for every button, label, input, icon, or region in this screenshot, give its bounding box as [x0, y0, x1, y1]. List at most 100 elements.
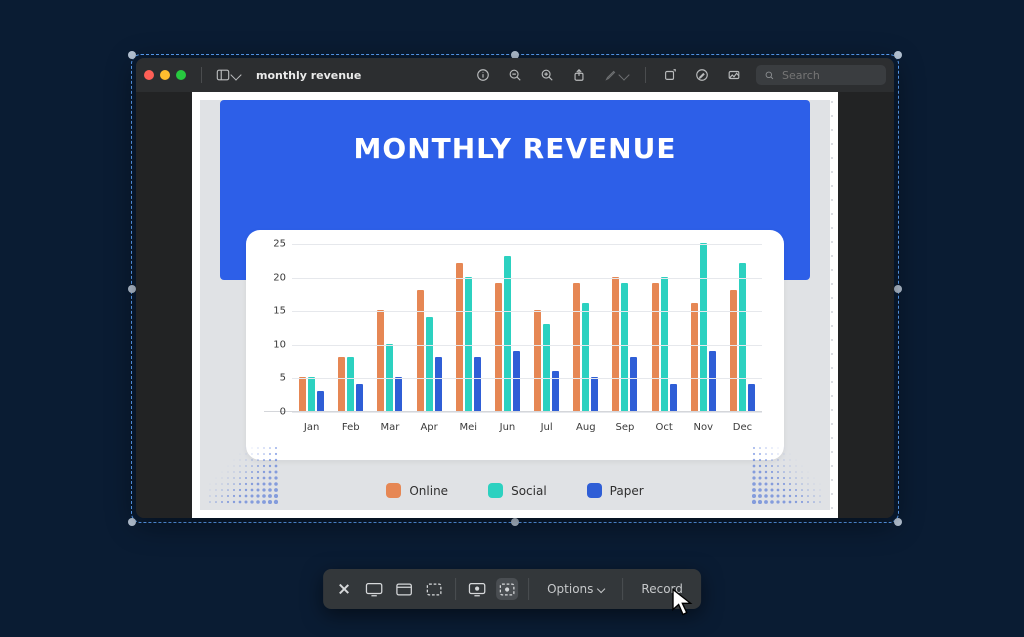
canvas: MONTHLY REVENUE JanFebMarAprMeiJunJulAug… [192, 92, 838, 518]
x-tick-label: Jun [488, 422, 527, 433]
bar-social [347, 357, 354, 411]
markup-button[interactable] [601, 65, 631, 85]
y-tick-label: 20 [264, 272, 286, 283]
close-toolbar-button[interactable] [333, 578, 355, 600]
bar-paper [591, 377, 598, 411]
x-tick-label: Oct [645, 422, 684, 433]
share-button[interactable] [569, 65, 589, 85]
pencil-in-circle-icon [695, 68, 709, 82]
sidebar-toggle-button[interactable] [213, 65, 243, 85]
legend-label-online: Online [409, 484, 448, 498]
capture-window-button[interactable] [393, 578, 415, 600]
separator [645, 67, 646, 83]
zoom-out-button[interactable] [505, 65, 525, 85]
rotate-button[interactable] [660, 65, 680, 85]
slide: MONTHLY REVENUE JanFebMarAprMeiJunJulAug… [200, 100, 830, 510]
x-tick-label: Dec [723, 422, 762, 433]
bars-row [292, 244, 762, 411]
screen-record-icon [468, 582, 486, 597]
bar-group [645, 244, 684, 411]
capture-selection-button[interactable] [423, 578, 445, 600]
document-title: monthly revenue [256, 69, 361, 82]
resize-handle-mr[interactable] [894, 285, 902, 293]
x-tick-label: Jan [292, 422, 331, 433]
info-button[interactable] [473, 65, 493, 85]
zoom-in-button[interactable] [537, 65, 557, 85]
search-field[interactable] [756, 65, 886, 85]
bar-online [730, 290, 737, 411]
bar-paper [435, 357, 442, 411]
sidebar-icon [216, 68, 230, 82]
bar-paper [317, 391, 324, 411]
crop-button[interactable] [724, 65, 744, 85]
legend-item-social: Social [488, 483, 547, 498]
bar-online [417, 290, 424, 411]
search-input[interactable] [780, 68, 870, 83]
bar-social [700, 243, 707, 411]
separator [528, 578, 529, 600]
crop-icon [727, 68, 741, 82]
selection-record-icon [498, 582, 516, 597]
chart-plot-area: JanFebMarAprMeiJunJulAugSepOctNovDec 051… [264, 244, 762, 412]
bar-social [504, 256, 511, 411]
slide-title: MONTHLY REVENUE [220, 100, 810, 165]
bar-paper [552, 371, 559, 411]
bar-group [566, 244, 605, 411]
toolbar-right [473, 65, 886, 85]
chevron-down-icon [618, 69, 629, 80]
options-menu-button[interactable]: Options [539, 578, 612, 600]
resize-handle-tr[interactable] [894, 51, 902, 59]
record-entire-screen-button[interactable] [466, 578, 488, 600]
y-tick-label: 10 [264, 339, 286, 350]
x-tick-label: Jul [527, 422, 566, 433]
resize-handle-bl[interactable] [128, 518, 136, 526]
bar-online [456, 263, 463, 411]
chevron-down-icon [597, 585, 605, 593]
close-icon [338, 583, 350, 595]
resize-handle-tl[interactable] [128, 51, 136, 59]
bar-paper [474, 357, 481, 411]
window-icon [395, 582, 413, 597]
bar-paper [748, 384, 755, 411]
bar-online [377, 310, 384, 411]
bar-social [426, 317, 433, 411]
x-tick-label: Aug [566, 422, 605, 433]
minimize-window-button[interactable] [160, 70, 170, 80]
y-tick-label: 25 [264, 239, 286, 250]
capture-entire-screen-button[interactable] [363, 578, 385, 600]
x-tick-label: Mar [370, 422, 409, 433]
bar-online [299, 377, 306, 411]
y-tick-label: 0 [264, 407, 286, 418]
zoom-in-icon [540, 68, 554, 82]
separator [622, 578, 623, 600]
bar-paper [670, 384, 677, 411]
left-gutter [136, 92, 192, 518]
resize-handle-br[interactable] [894, 518, 902, 526]
gridline [292, 311, 762, 312]
gridline [292, 345, 762, 346]
x-tick-label: Feb [331, 422, 370, 433]
separator [201, 67, 202, 83]
bar-paper [630, 357, 637, 411]
gridline [292, 378, 762, 379]
zoom-out-icon [508, 68, 522, 82]
bar-online [573, 283, 580, 411]
screen-icon [365, 582, 383, 597]
close-window-button[interactable] [144, 70, 154, 80]
bar-group [449, 244, 488, 411]
resize-handle-bm[interactable] [511, 518, 519, 526]
share-icon [572, 68, 586, 82]
record-selection-button[interactable] [496, 578, 518, 600]
bar-group [723, 244, 762, 411]
bar-group [605, 244, 644, 411]
gridline [292, 278, 762, 279]
resize-handle-ml[interactable] [128, 285, 136, 293]
bar-paper [356, 384, 363, 411]
bar-group [410, 244, 449, 411]
options-label: Options [547, 582, 593, 596]
zoom-window-button[interactable] [176, 70, 186, 80]
window-controls [144, 70, 186, 80]
swatch-paper [587, 483, 602, 498]
edit-button[interactable] [692, 65, 712, 85]
bar-online [652, 283, 659, 411]
